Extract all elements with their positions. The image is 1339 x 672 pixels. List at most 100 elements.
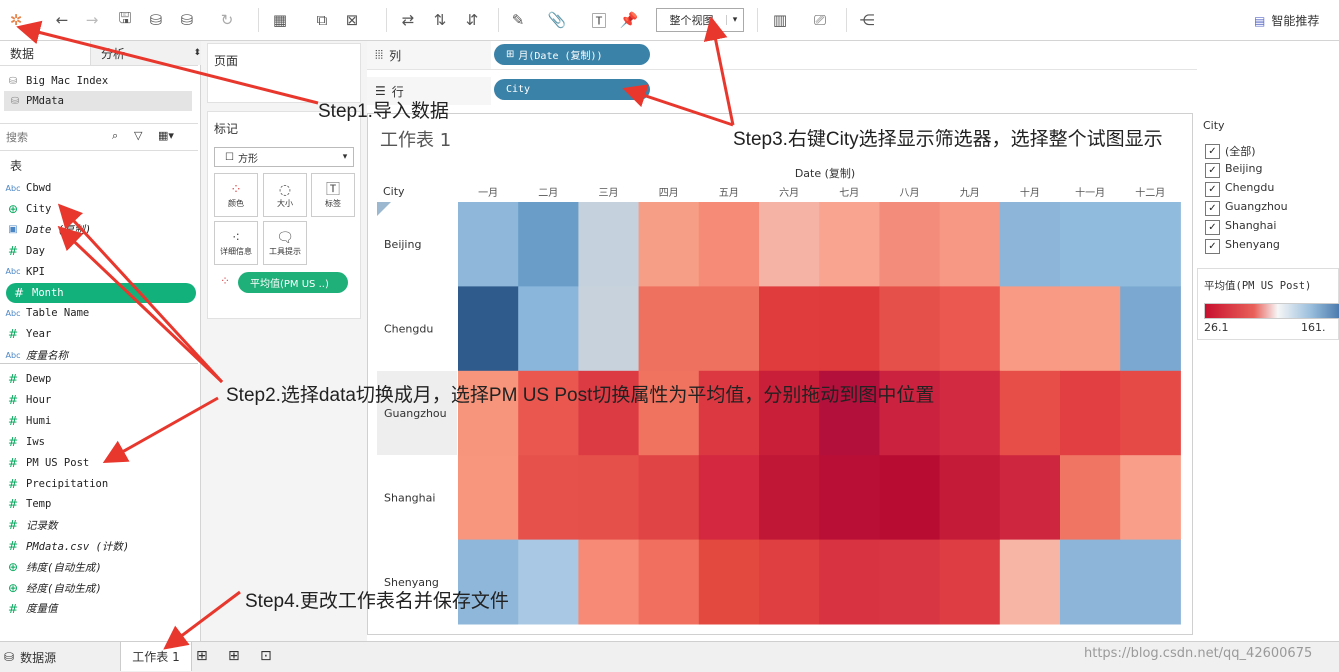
heatmap-cell[interactable] — [939, 286, 1001, 372]
heatmap-cell[interactable] — [1060, 286, 1121, 372]
clear-sheet-icon[interactable]: ⊠ — [340, 8, 364, 32]
checkbox-icon[interactable]: ✓ — [1205, 163, 1220, 178]
measure-pill[interactable]: 平均值(PM US ..) — [238, 272, 348, 293]
heatmap-cell[interactable] — [1120, 455, 1181, 541]
heatmap-cell[interactable] — [939, 370, 1001, 456]
new-dashboard-icon[interactable]: ⊞ — [228, 648, 240, 664]
search-icon[interactable]: ⌕ — [112, 129, 118, 143]
new-datasource-icon[interactable]: ⛁ — [144, 8, 168, 32]
heatmap-cell[interactable] — [638, 455, 700, 541]
dimension-field[interactable]: # Year — [0, 324, 198, 344]
group-icon[interactable]: 📎 — [545, 8, 569, 32]
pages-card[interactable]: 页面 — [207, 43, 361, 103]
measure-field[interactable]: # Temp — [0, 494, 198, 514]
sort-asc-icon[interactable]: ⇅ — [428, 8, 452, 32]
heatmap-cell[interactable] — [638, 539, 700, 625]
show-me-button[interactable]: ▤ 智能推荐 — [1254, 12, 1319, 29]
measure-field[interactable]: # PM US Post — [0, 453, 198, 473]
filter-item-label[interactable]: Shenyang — [1225, 238, 1280, 251]
view-options-icon[interactable]: ▦▾ — [158, 129, 174, 142]
measure-field[interactable]: ⊕ 纬度(自动生成) — [0, 557, 198, 577]
columns-shelf[interactable]: ⊞ 月(Date (复制)) — [491, 41, 1197, 70]
heatmap-cell[interactable] — [759, 286, 820, 372]
heatmap-cell[interactable] — [759, 539, 820, 625]
dimension-field[interactable]: ⊕ City — [0, 199, 198, 219]
measure-field[interactable]: ⊕ 经度(自动生成) — [0, 578, 198, 598]
filter-item-label[interactable]: Guangzhou — [1225, 200, 1288, 213]
heatmap-cell[interactable] — [819, 286, 880, 372]
measure-field[interactable]: # Dewp — [0, 369, 198, 389]
tab-data[interactable]: 数据 — [0, 41, 100, 65]
heatmap-cell[interactable] — [819, 455, 880, 541]
heatmap-cell[interactable] — [578, 455, 640, 541]
heatmap-cell[interactable] — [698, 455, 760, 541]
measure-field[interactable]: # Precipitation — [0, 474, 198, 494]
heatmap-cell[interactable] — [578, 539, 640, 625]
label-icon[interactable]: 🅃 — [587, 8, 611, 32]
measure-field[interactable]: # Humi — [0, 411, 198, 431]
new-story-icon[interactable]: ⊡ — [260, 648, 272, 664]
measure-field[interactable]: # PMdata.csv (计数) — [0, 536, 198, 556]
checkbox-icon[interactable]: ✓ — [1205, 201, 1220, 216]
heatmap-cell[interactable] — [1060, 539, 1121, 625]
heatmap-cell[interactable] — [819, 202, 880, 287]
rows-shelf[interactable]: City — [491, 77, 1197, 105]
datasource-item[interactable]: ⛁ Big Mac Index — [0, 71, 198, 91]
measure-field[interactable]: # Iws — [0, 432, 198, 452]
search-input[interactable] — [4, 128, 118, 146]
heatmap-cell[interactable] — [999, 286, 1061, 372]
sort-desc-icon[interactable]: ⇵ — [460, 8, 484, 32]
dimension-field[interactable]: ▣ Date (复制) — [0, 220, 198, 240]
show-cards-icon[interactable]: ▥ — [768, 8, 792, 32]
measure-field[interactable]: # Hour — [0, 390, 198, 410]
heatmap-cell[interactable] — [939, 455, 1001, 541]
heatmap-cell[interactable] — [759, 202, 820, 287]
datasource-item-active[interactable]: ⛁ PMdata — [4, 91, 192, 111]
swap-icon[interactable]: ⇄ — [396, 8, 420, 32]
heatmap-cell[interactable] — [879, 202, 941, 287]
dimension-field[interactable]: Abc Table Name — [0, 303, 198, 323]
checkbox-icon[interactable]: ✓ — [1205, 239, 1220, 254]
heatmap-cell[interactable] — [819, 539, 880, 625]
duplicate-sheet-icon[interactable]: ⧉ — [310, 8, 334, 32]
filter-item-label[interactable]: Beijing — [1225, 162, 1262, 175]
label-button[interactable]: 🅃 标签 — [311, 173, 355, 217]
checkbox-icon[interactable]: ✓ — [1205, 144, 1220, 159]
dimension-field[interactable]: # Day — [0, 241, 198, 261]
heatmap-cell[interactable] — [1120, 539, 1181, 625]
measure-field[interactable]: # 度量值 — [0, 599, 198, 619]
filter-item-label[interactable]: Chengdu — [1225, 181, 1274, 194]
heatmap-cell[interactable] — [999, 370, 1061, 456]
dimension-field[interactable]: Abc KPI — [0, 262, 198, 282]
measure-field[interactable]: # 记录数 — [0, 515, 198, 535]
fit-dropdown[interactable]: 整个视图 ▾ — [656, 8, 744, 32]
heatmap-cell[interactable] — [518, 286, 579, 372]
presentation-icon[interactable]: ⎚ — [808, 8, 832, 32]
detail-button[interactable]: ⁖ 详细信息 — [214, 221, 258, 265]
heatmap-cell[interactable] — [518, 539, 579, 625]
fix-axes-icon[interactable]: 📌 — [617, 8, 641, 32]
redo-icon[interactable]: → — [80, 8, 104, 32]
checkbox-icon[interactable]: ✓ — [1205, 182, 1220, 197]
heatmap-cell[interactable] — [518, 455, 579, 541]
heatmap-cell[interactable] — [1120, 202, 1181, 287]
share-icon[interactable]: ⋲ — [855, 8, 879, 32]
heatmap-cell[interactable] — [879, 539, 941, 625]
heatmap-cell[interactable] — [999, 539, 1061, 625]
heatmap-cell[interactable] — [458, 286, 519, 372]
heatmap-cell[interactable] — [698, 286, 760, 372]
datasource-tab[interactable]: ⛁ 数据源 — [0, 642, 118, 672]
refresh-icon[interactable]: ↻ — [215, 8, 239, 32]
tab-analysis[interactable]: 分析 ⬍ — [90, 41, 209, 65]
heatmap-cell[interactable] — [518, 202, 579, 287]
filter-item-label[interactable]: Shanghai — [1225, 219, 1276, 232]
dimension-field[interactable]: # Month — [6, 282, 196, 303]
size-button[interactable]: ◌ 大小 — [263, 173, 307, 217]
heatmap-cell[interactable] — [1120, 370, 1181, 456]
heatmap-cell[interactable] — [999, 455, 1061, 541]
heatmap-cell[interactable] — [939, 202, 1001, 287]
filter-item-label[interactable]: (全部) — [1225, 143, 1256, 159]
heatmap-cell[interactable] — [879, 455, 941, 541]
heatmap-cell[interactable] — [1120, 286, 1181, 372]
mark-type-dropdown[interactable]: ☐ 方形 ▾ — [214, 147, 354, 167]
